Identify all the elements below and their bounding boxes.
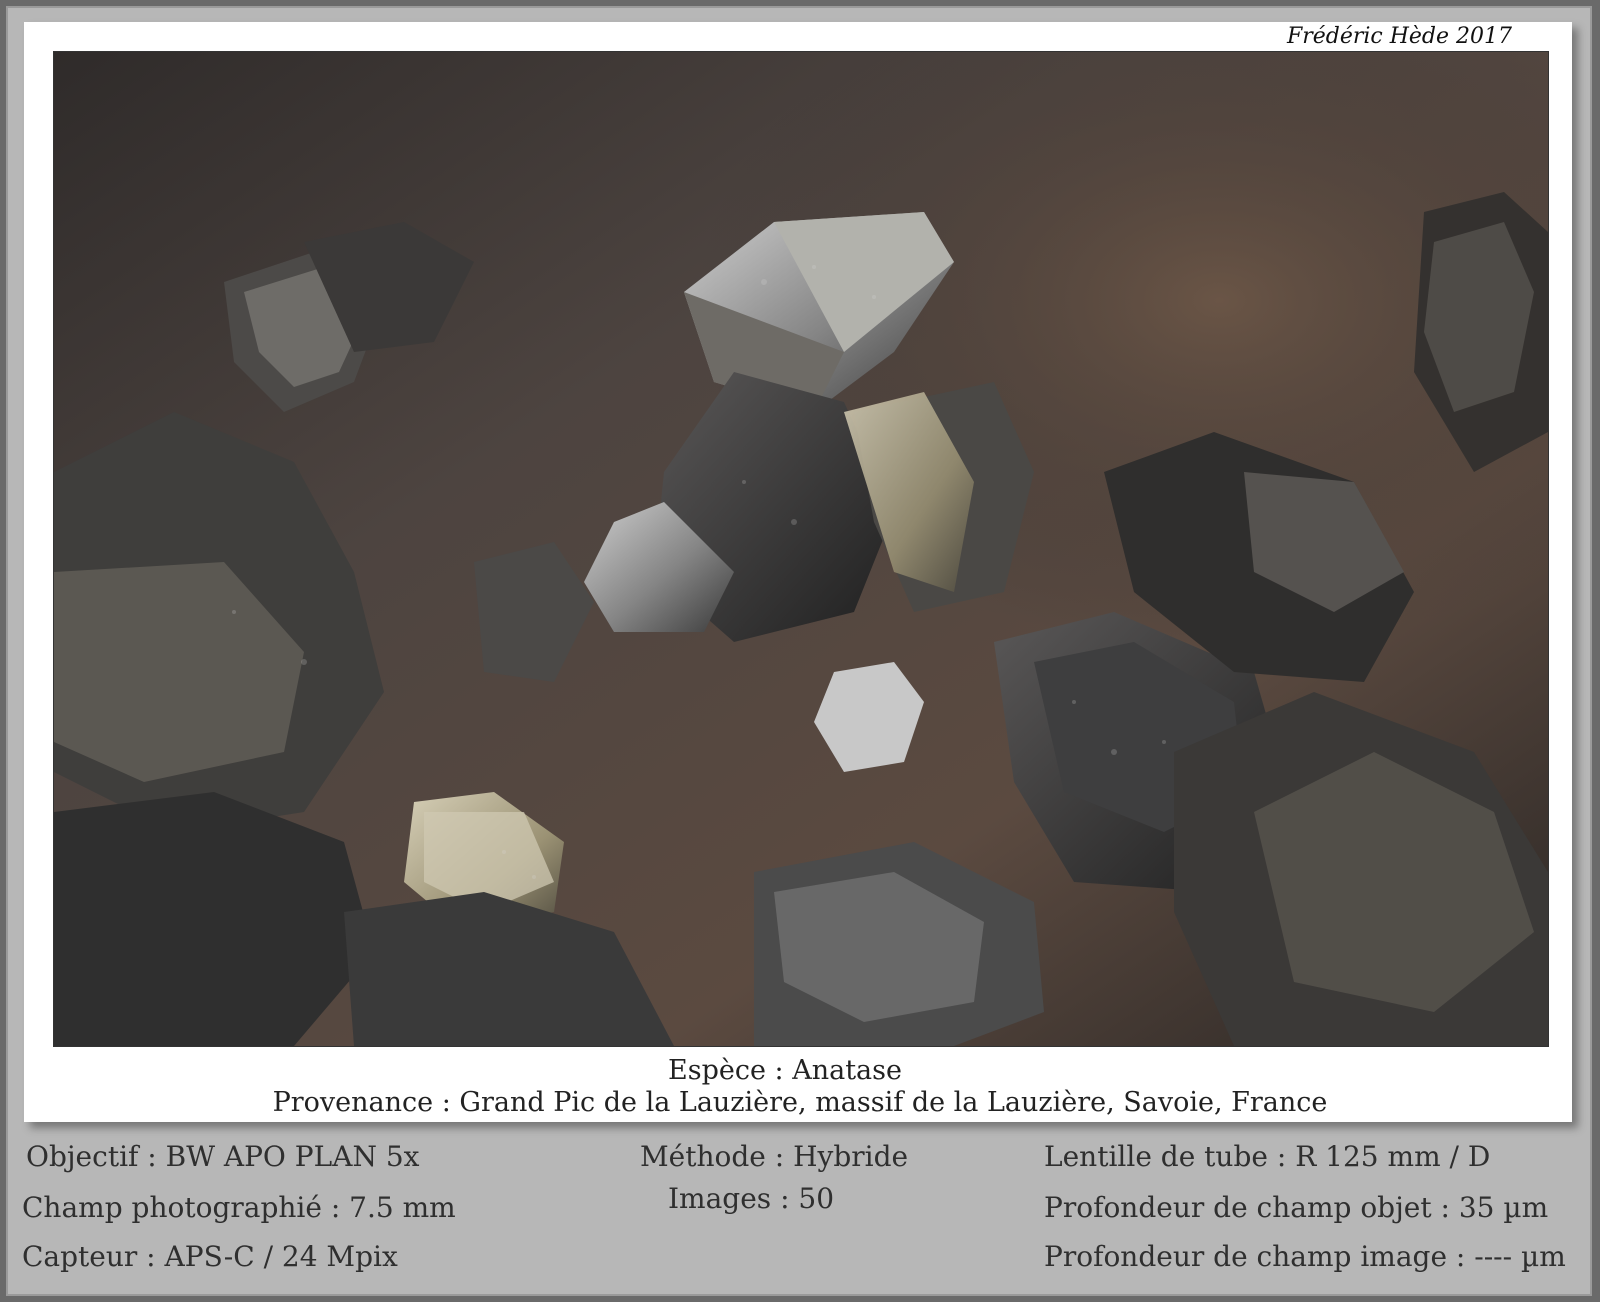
image-depth-of-field-info: Profondeur de champ image : ---- µm [1044, 1240, 1566, 1273]
method-info: Méthode : Hybride [640, 1140, 909, 1173]
photographer-signature: Frédéric Hède 2017 [1286, 24, 1512, 49]
field-info: Champ photographié : 7.5 mm [22, 1191, 456, 1224]
tube-lens-info: Lentille de tube : R 125 mm / D [1044, 1140, 1491, 1173]
images-info: Images : 50 [668, 1182, 835, 1215]
species-caption: Espèce : Anatase [668, 1055, 902, 1086]
object-depth-of-field-info: Profondeur de champ objet : 35 µm [1044, 1191, 1549, 1224]
objective-info: Objectif : BW APO PLAN 5x [26, 1140, 420, 1173]
sensor-info: Capteur : APS-C / 24 Mpix [22, 1240, 398, 1273]
provenance-caption: Provenance : Grand Pic de la Lauzière, m… [272, 1087, 1328, 1118]
mineral-photo [53, 51, 1549, 1047]
